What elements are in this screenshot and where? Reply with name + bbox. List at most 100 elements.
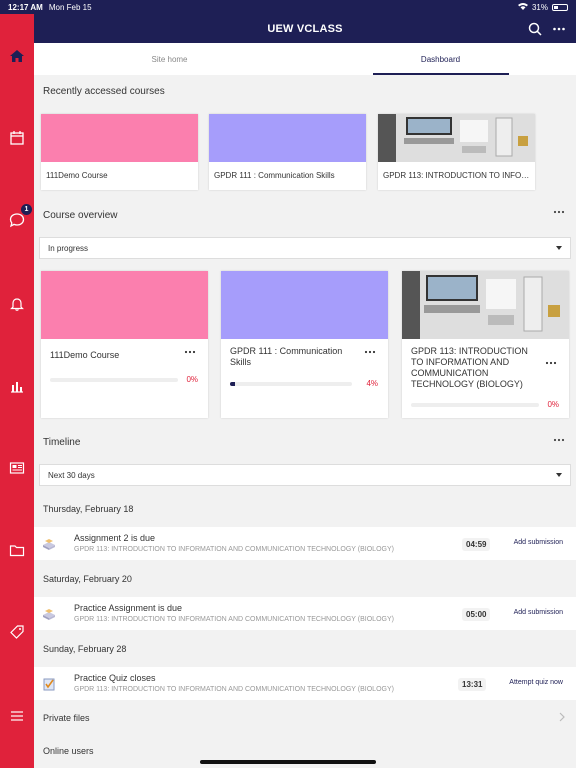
progress-percent: 0% — [186, 375, 198, 384]
course-image — [402, 271, 569, 339]
notification-badge: 1 — [21, 204, 32, 215]
tag-icon — [10, 625, 24, 639]
timeline-event[interactable]: Assignment 2 is due GPDR 113: INTRODUCTI… — [34, 527, 576, 560]
timeline-menu[interactable] — [553, 434, 565, 449]
online-users-title: Online users — [43, 746, 94, 756]
timeline-date: Sunday, February 28 — [43, 644, 127, 654]
timeline-filter-value: Next 30 days — [48, 470, 95, 480]
folder-icon — [9, 545, 25, 557]
course-image — [378, 114, 535, 162]
menu-icon — [11, 711, 23, 721]
tab-site-home[interactable]: Site home — [34, 43, 305, 75]
add-submission-button[interactable]: Add submission — [514, 609, 563, 616]
status-indicators: 31% — [517, 2, 568, 12]
sidebar-item-calendar[interactable] — [0, 124, 34, 152]
assignment-icon — [43, 539, 55, 550]
event-title[interactable]: Practice Assignment is due — [74, 603, 182, 613]
course-overview-menu[interactable] — [553, 206, 565, 221]
progress-percent: 4% — [366, 379, 378, 388]
tab-dashboard[interactable]: Dashboard — [305, 43, 576, 75]
app-header: UEW VCLASS — [34, 14, 576, 43]
status-time: 12:17 AM — [8, 2, 43, 12]
computer-lab-image — [378, 114, 535, 162]
recent-courses-title: Recently accessed courses — [43, 86, 165, 97]
recent-course-card[interactable]: 111Demo Course — [41, 114, 198, 190]
event-title[interactable]: Practice Quiz closes — [74, 673, 156, 683]
course-name: GPDR 113: INTRODUCTION TO INFORMATION AN… — [411, 346, 528, 389]
sidebar-item-home[interactable] — [0, 42, 34, 70]
course-name: GPDR 113: INTRODUCTION TO INFORMATION AN… — [383, 171, 535, 180]
timeline-event[interactable]: Practice Quiz closes GPDR 113: INTRODUCT… — [34, 667, 576, 700]
progress-fill — [230, 382, 235, 386]
course-overview-title: Course overview — [43, 210, 118, 221]
bell-icon — [10, 298, 24, 311]
more-dots-icon — [553, 438, 565, 442]
more-dots-icon — [553, 210, 565, 214]
chevron-down-icon — [556, 246, 562, 250]
course-filter-select[interactable]: In progress — [39, 237, 571, 259]
timeline-filter-select[interactable]: Next 30 days — [39, 464, 571, 486]
sidebar-item-messages[interactable]: 1 — [0, 204, 34, 234]
private-files-link[interactable]: Private files — [43, 713, 90, 723]
progress-bar — [50, 378, 178, 382]
home-icon — [10, 50, 24, 62]
dashboard-content: Recently accessed courses 111Demo Course… — [34, 75, 576, 768]
course-image — [41, 114, 198, 162]
course-menu-button[interactable] — [184, 346, 196, 361]
more-dots-icon — [545, 361, 557, 365]
progress-bar — [230, 382, 352, 386]
course-card[interactable]: GPDR 111 : Communication Skills 4% — [221, 271, 388, 418]
more-dots-icon — [553, 27, 565, 31]
course-name: 111Demo Course — [50, 350, 120, 360]
more-dots-icon — [184, 350, 196, 354]
chevron-right-icon — [558, 711, 566, 725]
course-image — [209, 114, 366, 162]
search-button[interactable] — [526, 20, 544, 38]
event-time: 05:00 — [462, 608, 491, 621]
timeline-event[interactable]: Practice Assignment is due GPDR 113: INT… — [34, 597, 576, 630]
computer-lab-image — [402, 271, 569, 339]
progress-bar — [411, 403, 539, 407]
chevron-down-icon — [556, 473, 562, 477]
home-indicator — [200, 760, 376, 764]
timeline-date: Thursday, February 18 — [43, 504, 134, 514]
wifi-icon — [517, 2, 528, 12]
newspaper-icon — [9, 462, 25, 474]
more-options-button[interactable] — [550, 20, 568, 38]
add-submission-button[interactable]: Add submission — [514, 539, 563, 546]
course-filter-value: In progress — [48, 243, 89, 253]
search-icon — [528, 22, 542, 36]
event-title[interactable]: Assignment 2 is due — [74, 533, 155, 543]
sidebar-item-files[interactable] — [0, 536, 34, 564]
recent-course-card[interactable]: GPDR 113: INTRODUCTION TO INFORMATION AN… — [378, 114, 535, 190]
sidebar-item-tags[interactable] — [0, 618, 34, 646]
battery-percent: 31% — [531, 2, 548, 12]
course-image — [41, 271, 208, 339]
timeline-title: Timeline — [43, 437, 81, 448]
attempt-quiz-button[interactable]: Attempt quiz now — [509, 679, 563, 686]
calendar-icon — [10, 131, 24, 145]
page-title: UEW VCLASS — [267, 22, 343, 35]
course-name: GPDR 111 : Communication Skills — [230, 346, 343, 367]
quiz-icon — [43, 678, 55, 691]
course-card[interactable]: GPDR 113: INTRODUCTION TO INFORMATION AN… — [402, 271, 569, 418]
sidebar: 1 — [0, 14, 34, 768]
bar-chart-icon — [11, 382, 23, 393]
sidebar-item-notifications[interactable] — [0, 290, 34, 318]
course-name: GPDR 111 : Communication Skills — [214, 171, 335, 180]
course-name: 111Demo Course — [46, 171, 108, 180]
event-course: GPDR 113: INTRODUCTION TO INFORMATION AN… — [74, 686, 394, 693]
event-time: 04:59 — [462, 538, 491, 551]
course-card[interactable]: 111Demo Course 0% — [41, 271, 208, 418]
status-bar: 12:17 AM Mon Feb 15 31% — [0, 0, 576, 14]
sidebar-item-news[interactable] — [0, 454, 34, 482]
recent-course-card[interactable]: GPDR 111 : Communication Skills — [209, 114, 366, 190]
course-menu-button[interactable] — [364, 346, 376, 361]
battery-icon — [552, 3, 568, 11]
course-menu-button[interactable] — [545, 357, 557, 372]
tab-bar: Site home Dashboard — [34, 43, 576, 75]
sidebar-item-more[interactable] — [0, 702, 34, 730]
event-time: 13:31 — [458, 678, 487, 691]
timeline-date: Saturday, February 20 — [43, 574, 132, 584]
sidebar-item-grades[interactable] — [0, 372, 34, 400]
